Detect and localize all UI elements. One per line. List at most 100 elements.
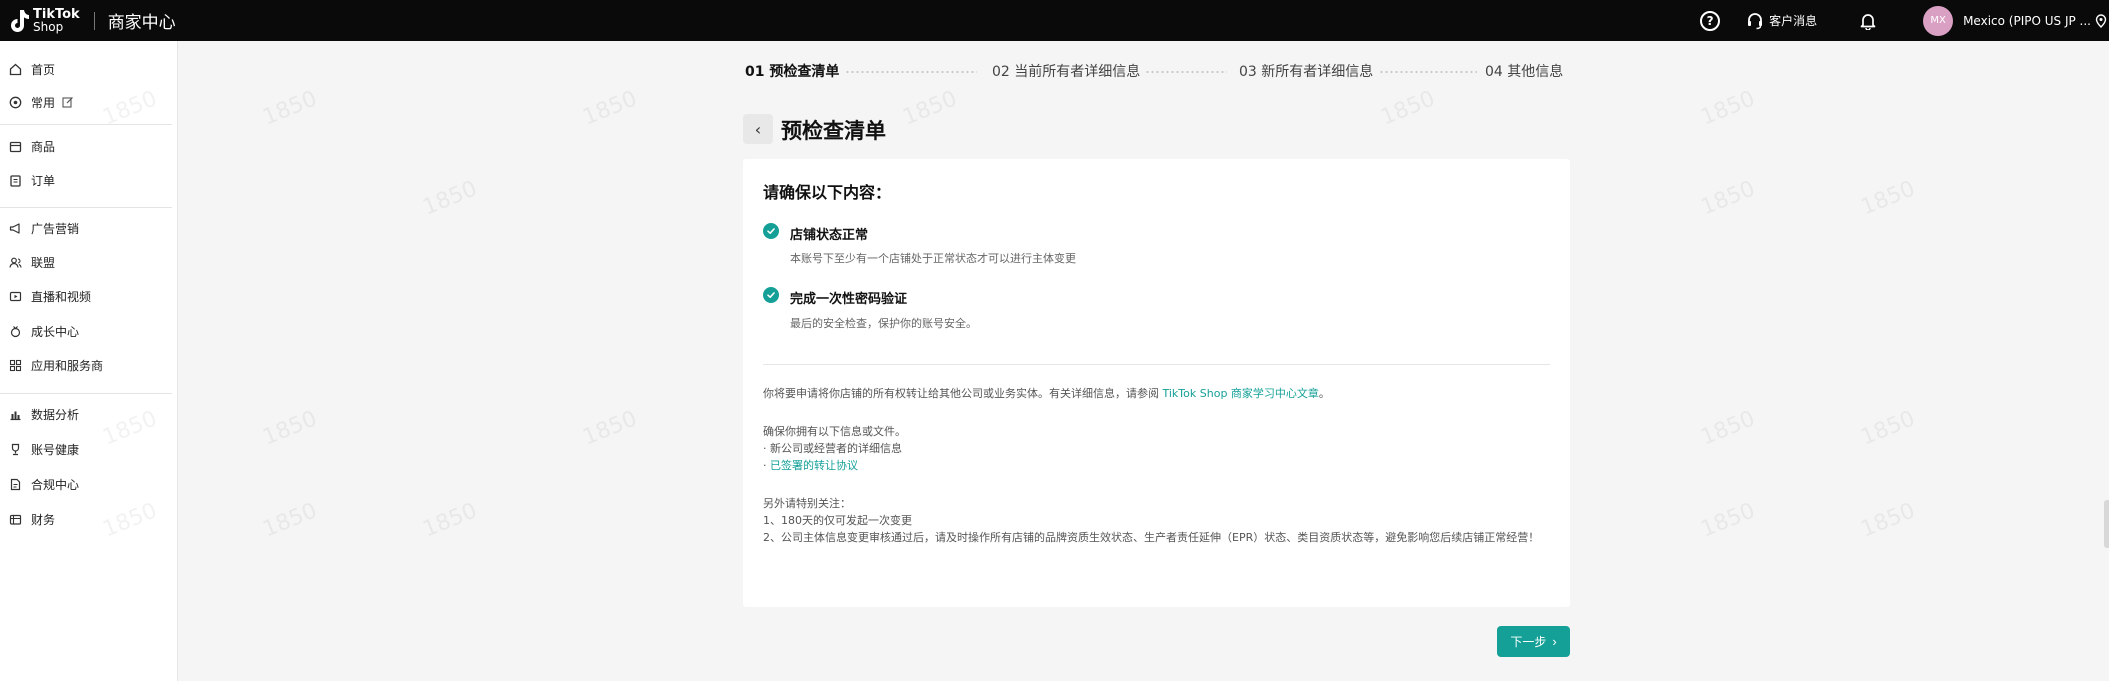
sidebar-item-affiliate[interactable]: 联盟 xyxy=(0,249,170,275)
sidebar-item-label: 应用和服务商 xyxy=(31,358,104,373)
headset-icon xyxy=(1748,12,1763,29)
ensure-item: · 新公司或经营者的详细信息 xyxy=(763,442,902,455)
transfer-agreement-link[interactable]: 已签署的转让协议 xyxy=(770,459,858,472)
watermark: 1850 xyxy=(899,86,961,131)
edit-icon[interactable] xyxy=(62,96,74,108)
watermark: 1850 xyxy=(1857,176,1919,221)
check-item-desc: 最后的安全检查，保护你的账号安全。 xyxy=(790,317,977,330)
step-1: 01 预检查清单 xyxy=(745,64,840,80)
sidebar-item-label: 订单 xyxy=(31,173,56,188)
check-circle-icon xyxy=(763,223,779,239)
sidebar-item-label: 联盟 xyxy=(31,255,56,270)
watermark: 1850 xyxy=(1697,86,1759,131)
step-connector xyxy=(1145,71,1227,73)
sidebar-item-orders[interactable]: 订单 xyxy=(0,167,170,193)
sidebar-item-account-health[interactable]: 账号健康 xyxy=(0,436,170,462)
box-icon xyxy=(9,141,22,152)
intro-text-body: 你将要申请将你店铺的所有权转让给其他公司或业务实体。有关详细信息，请参阅 xyxy=(763,387,1163,400)
help-icon[interactable]: ? xyxy=(1700,10,1721,31)
sidebar-item-ads[interactable]: 广告营销 xyxy=(0,215,170,241)
check-circle-icon xyxy=(763,287,779,303)
watermark: 1850 xyxy=(259,406,321,451)
top-bar: TikTok Shop 商家中心 ? 客户消息 MX Mexico (PIPO … xyxy=(0,0,2109,41)
page-title: 预检查清单 xyxy=(781,119,886,143)
chevron-right-icon: › xyxy=(1552,634,1557,649)
watermark: 1850 xyxy=(1857,498,1919,543)
note-heading: 另外请特别关注： xyxy=(763,497,851,510)
card-divider xyxy=(763,364,1550,365)
logo-line-1: TikTok xyxy=(33,6,80,22)
location-pin-icon[interactable] xyxy=(2095,13,2107,28)
step-connector xyxy=(845,71,977,73)
watermark: 1850 xyxy=(419,498,481,543)
step-3: 03 新所有者详细信息 xyxy=(1239,64,1374,80)
tiktok-shop-logo[interactable]: TikTok Shop 商家中心 xyxy=(8,0,176,41)
side-panel-handle[interactable] xyxy=(2104,500,2109,548)
video-icon xyxy=(9,291,22,301)
clipboard-icon xyxy=(10,174,21,187)
watermark: 1850 xyxy=(419,176,481,221)
tiktok-logo-icon xyxy=(11,9,29,32)
sidebar-item-compliance[interactable]: 合规中心 xyxy=(0,471,170,497)
sidebar-item-label: 常用 xyxy=(31,95,56,110)
ensure-item: · 已签署的转让协议 xyxy=(763,457,858,474)
sidebar-item-label: 首页 xyxy=(31,62,56,77)
bell-icon xyxy=(1860,13,1876,30)
sidebar-divider xyxy=(0,124,172,125)
learning-center-link[interactable]: TikTok Shop 商家学习中心文章 xyxy=(1163,387,1319,400)
intro-text-end: 。 xyxy=(1318,387,1330,400)
note-item: 2、公司主体信息变更审核通过后，请及时操作所有店铺的品牌资质生效状态、生产者责任… xyxy=(763,531,1540,544)
wallet-icon xyxy=(9,514,22,525)
next-step-button[interactable]: 下一步 › xyxy=(1497,626,1570,657)
sidebar-item-favorites[interactable]: 常用 xyxy=(0,89,170,115)
notification-bell-icon[interactable] xyxy=(1859,12,1877,30)
customer-service-label: 客户消息 xyxy=(1769,14,1818,28)
logo-separator xyxy=(93,11,95,30)
step-2: 02 当前所有者详细信息 xyxy=(992,64,1141,80)
watermark: 1850 xyxy=(579,86,641,131)
sidebar-item-label: 直播和视频 xyxy=(31,289,92,304)
home-icon xyxy=(9,63,22,75)
progress-steps: 01 预检查清单 02 当前所有者详细信息 03 新所有者详细信息 04 其他信… xyxy=(745,61,1563,81)
apps-icon xyxy=(9,359,22,371)
check-item-title: 完成一次性密码验证 xyxy=(790,292,908,307)
sidebar-divider xyxy=(0,393,172,394)
sidebar-item-apps[interactable]: 应用和服务商 xyxy=(0,352,170,378)
watermark: 1850 xyxy=(1697,498,1759,543)
watermark: 1850 xyxy=(1697,176,1759,221)
megaphone-icon xyxy=(9,222,20,234)
sidebar-item-analytics[interactable]: 数据分析 xyxy=(0,401,170,427)
back-button[interactable]: ‹ xyxy=(743,114,773,144)
sidebar: 首页 常用 商品 订单 广告营销 联盟 直播和视频 成长中心 应用和服务商 数据… xyxy=(0,41,178,681)
sidebar-item-live-video[interactable]: 直播和视频 xyxy=(0,283,170,309)
avatar[interactable]: MX xyxy=(1923,5,1954,36)
checklist-card: 请确保以下内容： 店铺状态正常 本账号下至少有一个店铺处于正常状态才可以进行主体… xyxy=(743,159,1570,607)
watermark: 1850 xyxy=(1697,406,1759,451)
trophy-icon xyxy=(11,443,20,455)
sidebar-item-growth[interactable]: 成长中心 xyxy=(0,318,170,344)
check-item-desc: 本账号下至少有一个店铺处于正常状态才可以进行主体变更 xyxy=(790,252,1076,265)
sidebar-item-label: 商品 xyxy=(31,139,56,154)
chart-icon xyxy=(10,411,21,420)
customer-service-button[interactable]: 客户消息 xyxy=(1746,12,1817,30)
sidebar-item-home[interactable]: 首页 xyxy=(0,56,170,82)
next-step-label: 下一步 xyxy=(1510,635,1547,649)
watermark: 1850 xyxy=(259,86,321,131)
app-title: 商家中心 xyxy=(107,13,176,33)
intro-text: 你将要申请将你店铺的所有权转让给其他公司或业务实体。有关详细信息，请参阅 Tik… xyxy=(763,385,1330,402)
sidebar-item-finance[interactable]: 财务 xyxy=(0,506,170,532)
check-item-title: 店铺状态正常 xyxy=(790,228,869,243)
sidebar-divider xyxy=(0,207,172,208)
step-connector xyxy=(1379,71,1477,73)
ensure-heading: 确保你拥有以下信息或文件。 xyxy=(763,425,906,438)
watermark: 1850 xyxy=(1857,406,1919,451)
account-selector[interactable]: Mexico (PIPO US JP ... xyxy=(1963,14,2091,28)
top-right-actions: ? 客户消息 MX Mexico (PIPO US JP ... xyxy=(1700,0,2109,41)
watermark: 1850 xyxy=(579,406,641,451)
sidebar-item-label: 成长中心 xyxy=(31,324,80,339)
people-icon xyxy=(9,257,22,268)
star-icon xyxy=(9,96,22,108)
sidebar-item-label: 合规中心 xyxy=(31,477,80,492)
medal-icon xyxy=(10,325,21,337)
sidebar-item-products[interactable]: 商品 xyxy=(0,133,170,159)
